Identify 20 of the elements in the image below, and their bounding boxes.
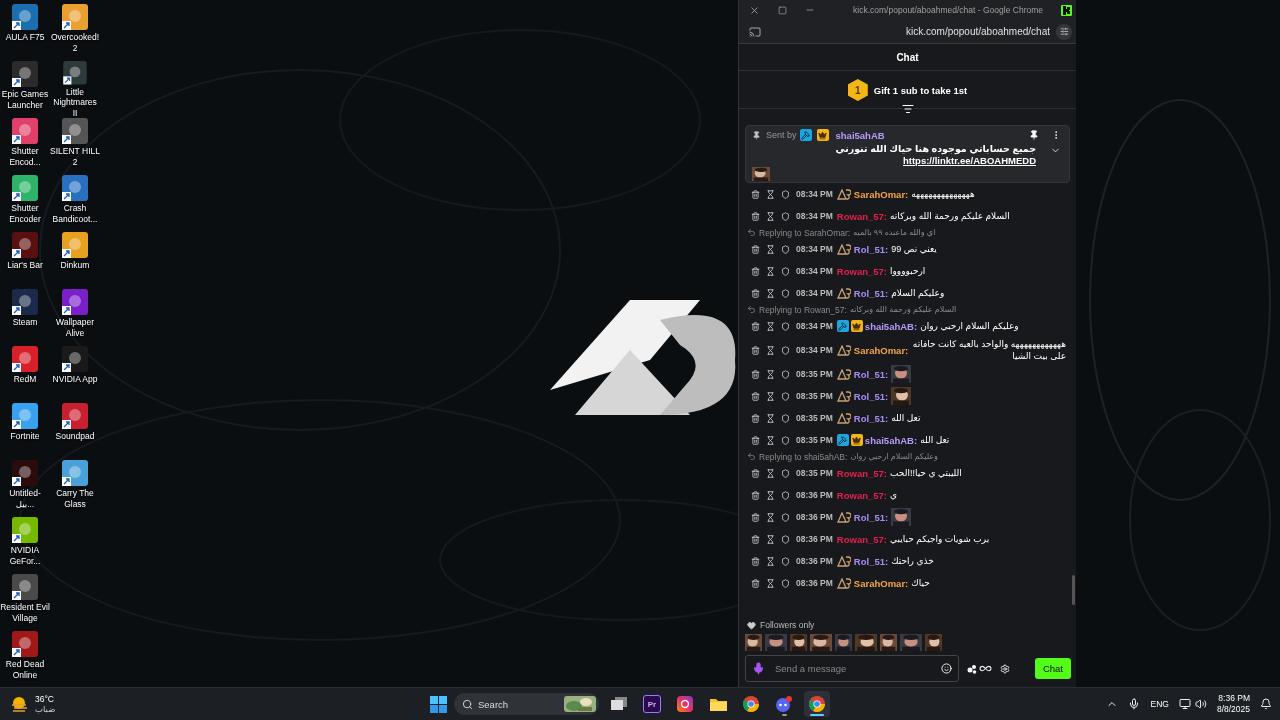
microphone-icon[interactable] <box>1128 698 1141 710</box>
notification-icon[interactable] <box>1260 698 1272 710</box>
browser-icon[interactable] <box>743 696 759 712</box>
clock-time[interactable]: 8:36 PM <box>1218 693 1250 704</box>
language-indicator[interactable]: ENG <box>1150 699 1169 709</box>
browser-icon[interactable] <box>809 696 825 712</box>
chat-app-icon[interactable] <box>775 696 793 712</box>
clock-date[interactable]: 8/8/2025 <box>1216 704 1250 715</box>
folder-icon[interactable] <box>709 697 727 711</box>
task-view-icon[interactable] <box>611 697 627 711</box>
weather-condition: ضباب <box>35 704 56 714</box>
video-editor-icon[interactable]: Pr <box>643 695 661 713</box>
start-icon[interactable] <box>430 695 447 713</box>
search-icon <box>462 698 473 710</box>
volume-icon[interactable] <box>1194 698 1207 710</box>
network-icon[interactable] <box>1178 698 1191 710</box>
temperature: 36°C <box>35 694 55 704</box>
weather-icon <box>10 696 30 712</box>
search-field[interactable]: Search <box>454 693 599 715</box>
photo-app-icon[interactable] <box>677 696 693 712</box>
